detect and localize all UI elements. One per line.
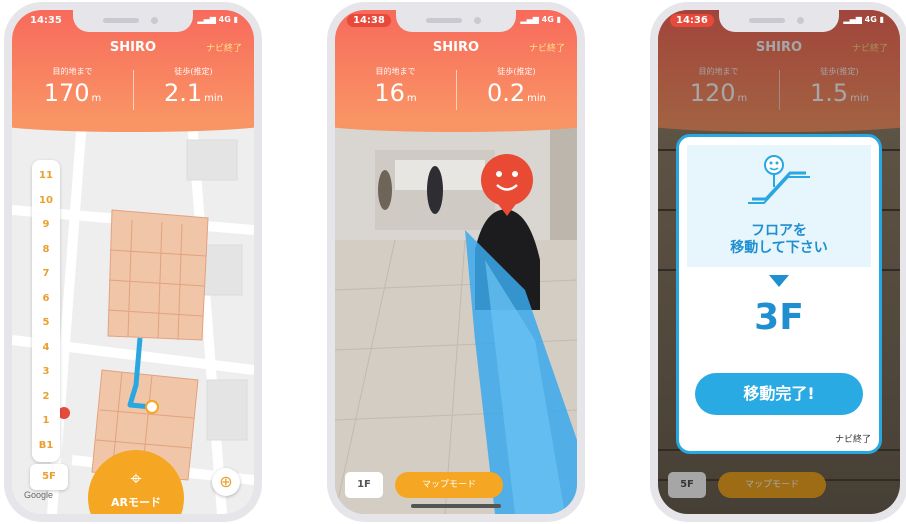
floor-item[interactable]: 7 <box>32 262 60 287</box>
escalator-icon <box>748 155 810 204</box>
screen: 14:36 ▂▄▆ 4G ▮ SHIRO ナビ終了 目的地まで 120 m 徒歩(… <box>658 10 900 514</box>
floor-item[interactable]: 2 <box>32 385 60 410</box>
current-floor-button[interactable]: 5F <box>30 464 68 490</box>
signal-indicator: ▂▄▆ 4G ▮ <box>843 15 884 24</box>
status-bar: 14:36 ▂▄▆ 4G ▮ <box>658 14 900 30</box>
distance-value: 170 m <box>43 79 102 107</box>
map-mode-button[interactable]: マップモード <box>395 472 503 498</box>
floor-item[interactable]: 11 <box>32 164 60 189</box>
phone-map-view: 14:35 ▂▄▆ 4G ▮ SHIRO ナビ終了 目的地まで 170 m 徒歩… <box>4 2 262 522</box>
floor-item[interactable]: 10 <box>32 189 60 214</box>
end-nav-button[interactable]: ナビ終了 <box>529 41 565 54</box>
floor-item[interactable]: 4 <box>32 336 60 361</box>
walk-value: 2.1 min <box>163 79 224 107</box>
distance-block: 目的地まで 170 m <box>12 66 133 107</box>
floor-item[interactable]: 1 <box>32 409 60 434</box>
distance-block: 目的地まで 16 m <box>335 66 456 107</box>
pin-icon: ⌖ <box>130 466 142 490</box>
signal-indicator: ▂▄▆ 4G ▮ <box>520 15 561 24</box>
walk-block: 徒歩(推定) 2.1 min <box>133 66 254 107</box>
floor-selector: 11 10 9 8 7 6 5 4 3 2 1 B1 <box>32 160 60 462</box>
mode-bar: 1F マップモード <box>345 472 567 500</box>
modal-end-nav-button[interactable]: ナビ終了 <box>835 432 871 445</box>
walk-value: 0.2 min <box>486 79 547 107</box>
distance-label: 目的地まで <box>375 67 416 76</box>
floor-change-modal: フロアを 移動して下さい 3F 移動完了! ナビ終了 <box>676 134 882 454</box>
target-floor: 3F <box>754 297 804 338</box>
screen: 14:38 ▂▄▆ 4G ▮ SHIRO ナビ終了 目的地まで 16 m 徒歩(… <box>335 10 577 514</box>
home-indicator <box>411 504 501 508</box>
floor-item[interactable]: 6 <box>32 287 60 312</box>
floor-item[interactable]: 5 <box>32 311 60 336</box>
arrow-down-icon <box>769 275 789 287</box>
status-bar: 14:35 ▂▄▆ 4G ▮ <box>12 14 254 30</box>
floor-item[interactable]: B1 <box>32 434 60 459</box>
locate-icon[interactable]: ⊕ <box>212 468 240 496</box>
status-time: 14:38 <box>347 14 391 27</box>
floor-item[interactable]: 3 <box>32 360 60 385</box>
google-logo: Google <box>24 490 54 500</box>
move-complete-button[interactable]: 移動完了! <box>695 373 863 415</box>
ar-mode-label: ARモード <box>111 496 161 509</box>
end-nav-button[interactable]: ナビ終了 <box>206 41 242 54</box>
screen: 14:35 ▂▄▆ 4G ▮ SHIRO ナビ終了 目的地まで 170 m 徒歩… <box>12 10 254 514</box>
floor-button[interactable]: 1F <box>345 472 383 498</box>
walk-block: 徒歩(推定) 0.2 min <box>456 66 577 107</box>
floor-item[interactable]: 8 <box>32 238 60 263</box>
distance-value: 16 m <box>374 79 417 107</box>
modal-message: フロアを 移動して下さい <box>730 223 828 256</box>
phone-floor-modal: 14:36 ▂▄▆ 4G ▮ SHIRO ナビ終了 目的地まで 120 m 徒歩(… <box>650 2 906 522</box>
status-time: 14:36 <box>670 14 714 27</box>
floor-item[interactable]: 9 <box>32 213 60 238</box>
status-time: 14:35 <box>30 15 62 26</box>
distance-label: 目的地まで <box>52 67 93 76</box>
walk-label: 徒歩(推定) <box>174 67 213 76</box>
walk-label: 徒歩(推定) <box>497 67 536 76</box>
signal-indicator: ▂▄▆ 4G ▮ <box>197 15 238 24</box>
status-bar: 14:38 ▂▄▆ 4G ▮ <box>335 14 577 30</box>
phone-ar-view: 14:38 ▂▄▆ 4G ▮ SHIRO ナビ終了 目的地まで 16 m 徒歩(… <box>327 2 585 522</box>
modal-top-panel: フロアを 移動して下さい <box>687 145 871 267</box>
